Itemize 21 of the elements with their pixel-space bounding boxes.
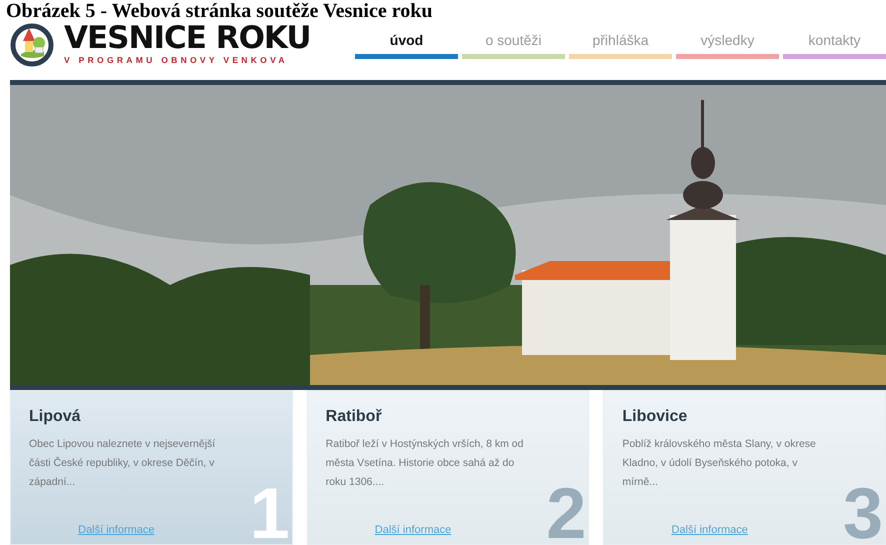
- logo-subtitle: V PROGRAMU OBNOVY VENKOVA: [64, 54, 289, 67]
- nav-tab[interactable]: výsledky: [676, 26, 779, 59]
- village-name: Lipová: [29, 407, 82, 427]
- figure-caption: Obrázek 5 - Webová stránka soutěže Vesnice roku: [6, 0, 434, 22]
- card-number: 1: [250, 478, 290, 544]
- nav-tab[interactable]: úvod: [355, 26, 458, 59]
- logo-icon: [8, 22, 56, 68]
- card-number: 3: [842, 478, 884, 544]
- village-name: Ratiboř: [326, 407, 383, 427]
- more-info-link[interactable]: Další informace: [308, 522, 518, 538]
- village-name: Libovice: [622, 407, 688, 427]
- village-description: Ratiboř leží v Hostýnských vrších, 8 km od města Vsetína. Historie obce sahá až do roku 1306....: [326, 437, 524, 490]
- logo-title: VESNICE ROKU: [64, 23, 311, 54]
- card-number: 2: [546, 478, 586, 544]
- nav-tab[interactable]: kontakty: [783, 26, 886, 59]
- village-description: Poblíž královského města Slany, v okrese Kladno, v údolí Byseňského potoka, v mírně...: [622, 437, 817, 490]
- more-info-link[interactable]: Další informace: [604, 522, 816, 538]
- more-info-link[interactable]: Další informace: [11, 522, 222, 538]
- nav-tab[interactable]: o soutěži: [462, 26, 565, 59]
- village-description: Obec Lipovou naleznete v nejsevernější části České republiky, v okrese Děčín, v západní...: [29, 437, 216, 490]
- nav-tab[interactable]: přihláška: [569, 26, 672, 59]
